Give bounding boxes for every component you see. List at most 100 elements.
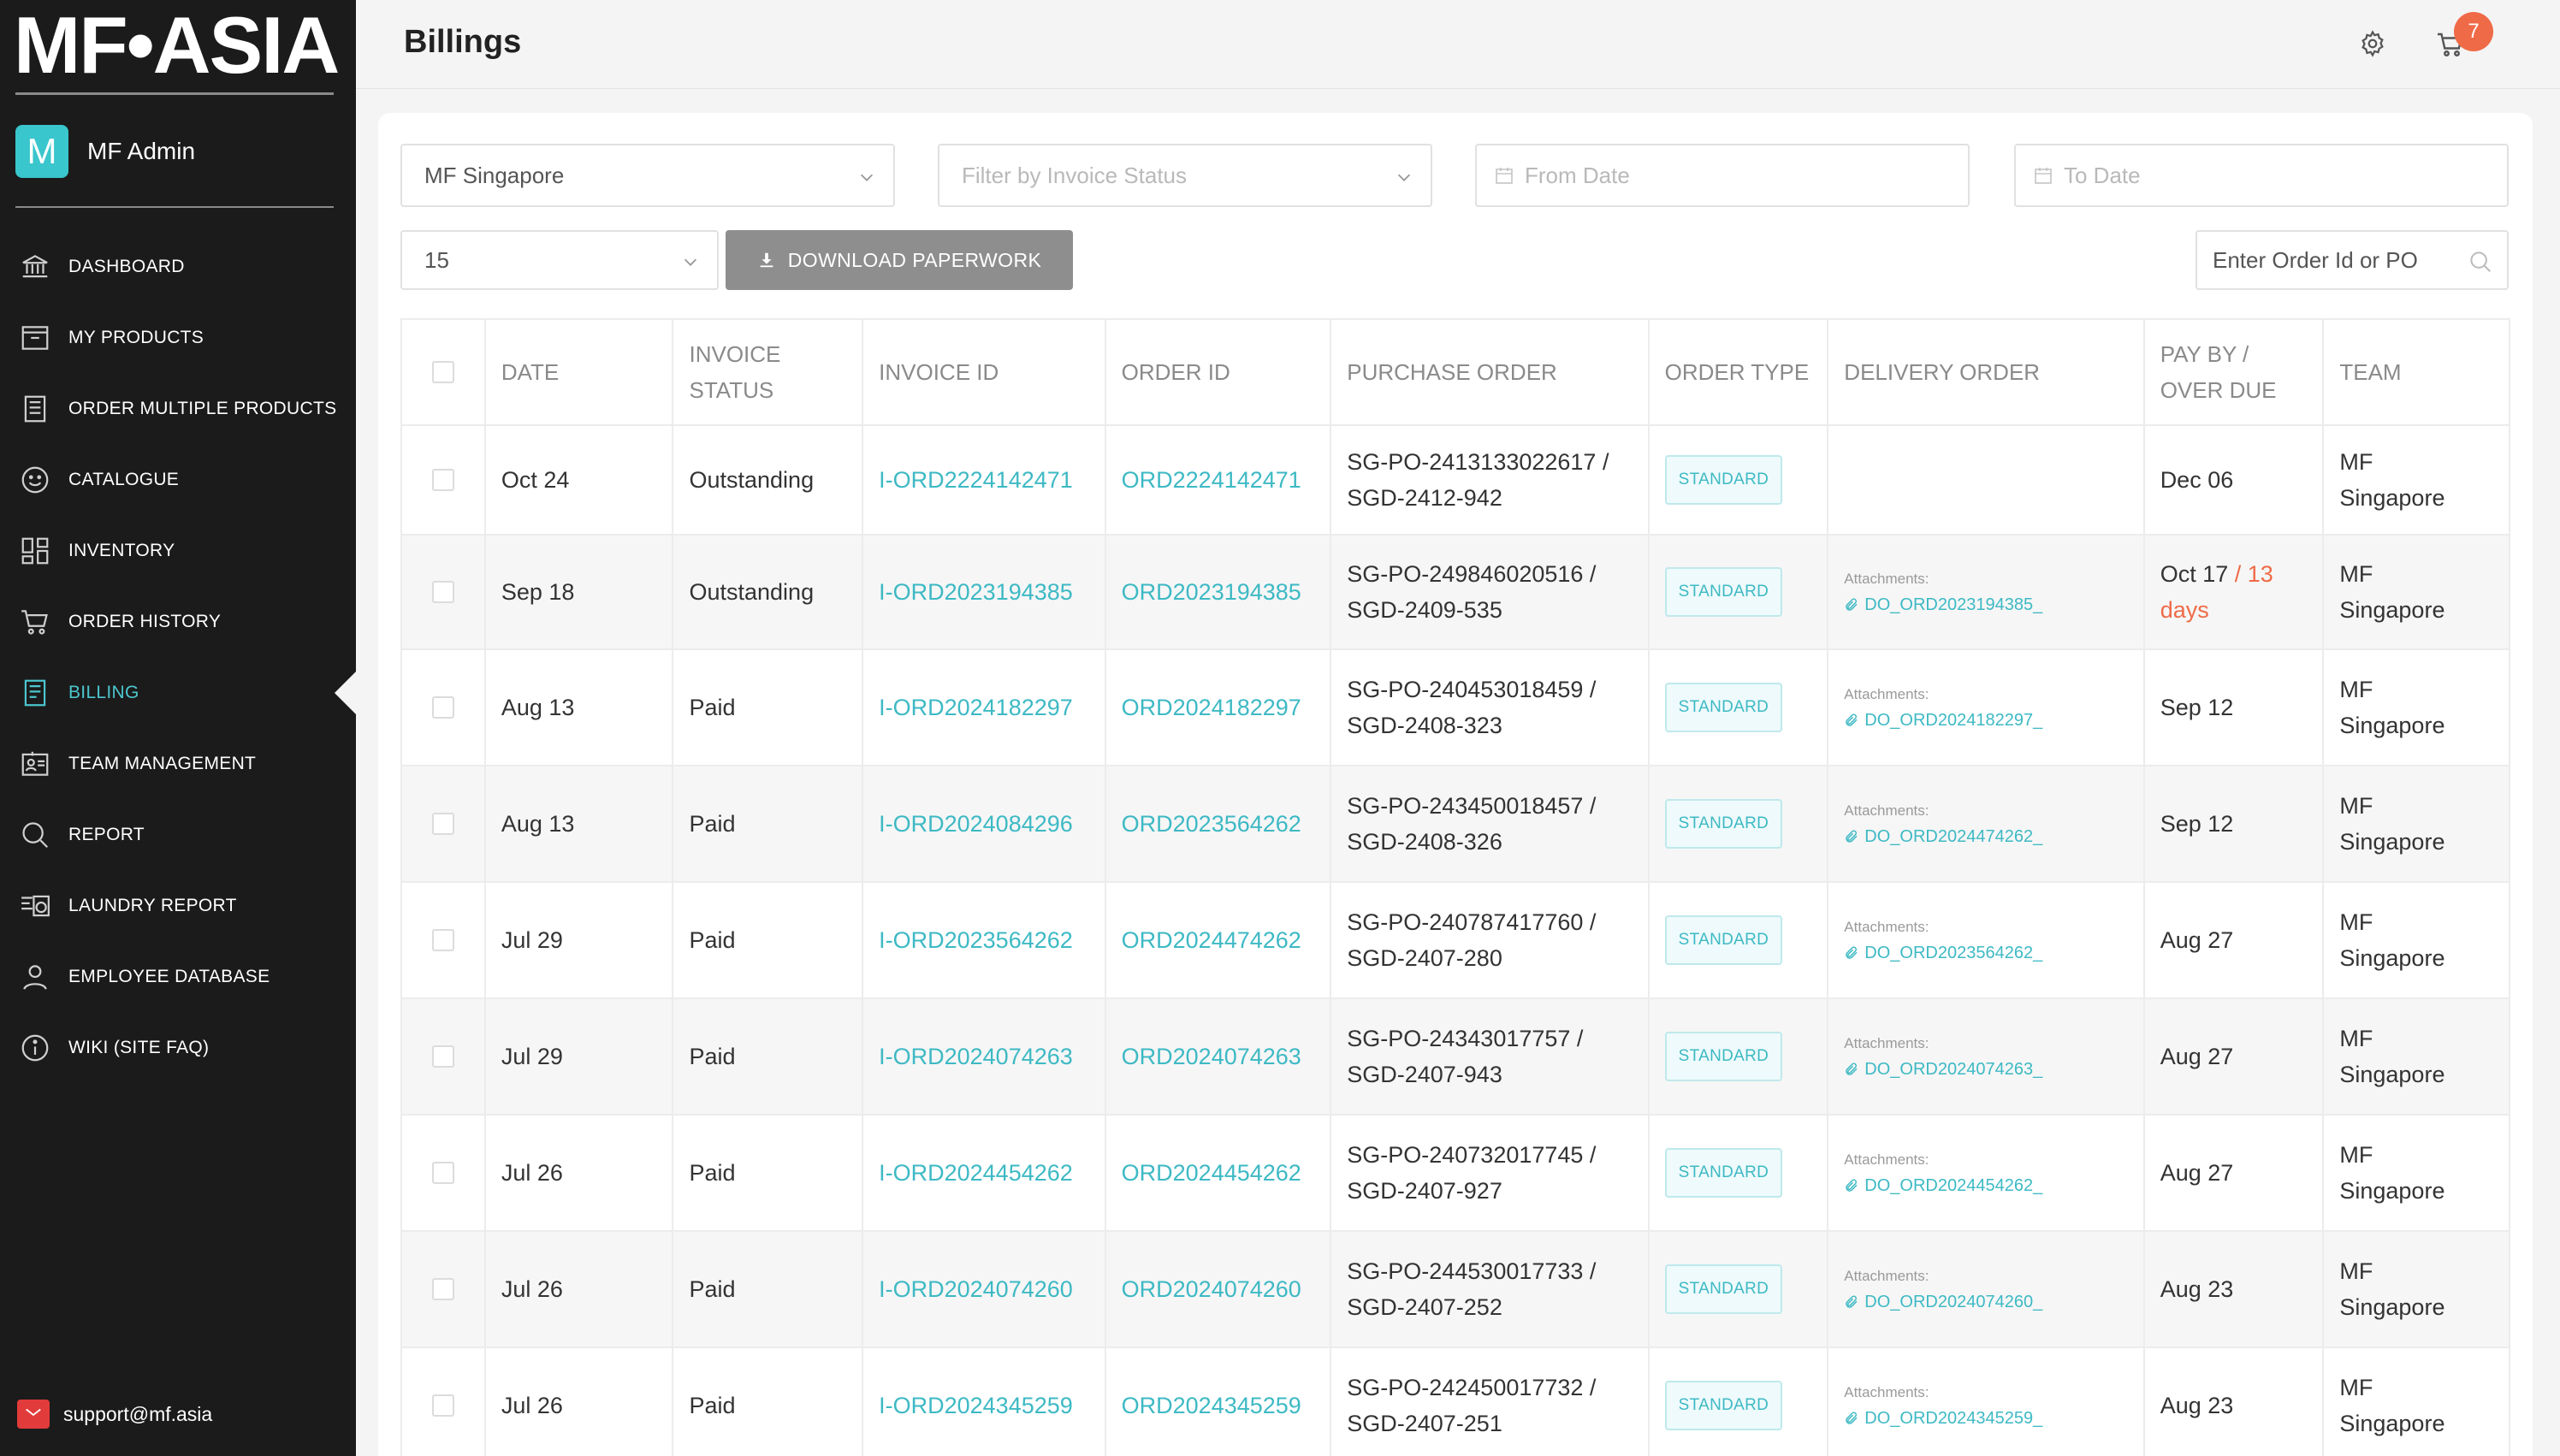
attachment-link[interactable]: DO_ORD2023194385_ bbox=[1844, 592, 2042, 618]
row-checkbox[interactable] bbox=[431, 1394, 454, 1417]
purchase-order-cell: SG-PO-240453018459 / SGD-2408-323 bbox=[1331, 650, 1650, 765]
order-search[interactable] bbox=[2196, 230, 2509, 290]
sidebar-item-label: DASHBOARD bbox=[68, 256, 185, 276]
sidebar-item-laundry-report[interactable]: LAUNDRY REPORT bbox=[0, 870, 356, 941]
sidebar-item-order-history[interactable]: ORDER HISTORY bbox=[0, 586, 356, 657]
invoice-status-cell: Paid bbox=[673, 999, 864, 1114]
table-row[interactable]: Aug 13 Paid I-ORD2024182297 ORD202418229… bbox=[402, 650, 2509, 766]
column-header-invoice-id[interactable]: INVOICE ID bbox=[863, 320, 1106, 424]
sidebar-item-employee-database[interactable]: EMPLOYEE DATABASE bbox=[0, 941, 356, 1012]
table-row[interactable]: Jul 26 Paid I-ORD2024074260 ORD202407426… bbox=[402, 1232, 2509, 1348]
table-row[interactable]: Aug 13 Paid I-ORD2024084296 ORD202356426… bbox=[402, 766, 2509, 883]
column-header-team[interactable]: TEAM bbox=[2324, 320, 2509, 424]
order-id-link[interactable]: ORD2024454262 bbox=[1122, 1155, 1301, 1191]
sidebar-item-billing[interactable]: BILLING bbox=[0, 657, 357, 728]
attachment-link[interactable]: DO_ORD2024345259_ bbox=[1844, 1406, 2042, 1431]
select-all-checkbox[interactable] bbox=[431, 361, 454, 383]
brand-logo[interactable]: MF•ASIA bbox=[14, 5, 340, 86]
order-id-link[interactable]: ORD2024074260 bbox=[1122, 1271, 1301, 1307]
row-checkbox[interactable] bbox=[431, 813, 454, 835]
row-checkbox[interactable] bbox=[431, 581, 454, 603]
row-checkbox[interactable] bbox=[431, 1045, 454, 1068]
po-number: SG-PO-240453018459 / bbox=[1347, 677, 1597, 702]
attachment-link[interactable]: DO_ORD2024474262_ bbox=[1844, 824, 2042, 849]
attachment-link[interactable]: DO_ORD2024074263_ bbox=[1844, 1056, 2042, 1082]
sidebar-item-my-products[interactable]: MY PRODUCTS bbox=[0, 302, 356, 373]
date-cell: Jul 26 bbox=[486, 1348, 674, 1456]
column-header-purchase-order[interactable]: PURCHASE ORDER bbox=[1331, 320, 1650, 424]
table-row[interactable]: Sep 18 Outstanding I-ORD2023194385 ORD20… bbox=[402, 536, 2509, 650]
order-type-cell: STANDARD bbox=[1650, 883, 1829, 997]
page-size-select[interactable]: 15 bbox=[400, 230, 719, 290]
column-header-order-type[interactable]: ORDER TYPE bbox=[1650, 320, 1829, 424]
column-header-invoice-status[interactable]: INVOICE STATUS bbox=[673, 320, 864, 424]
column-header-order-id[interactable]: ORDER ID bbox=[1106, 320, 1332, 424]
order-search-input[interactable] bbox=[2213, 246, 2469, 274]
invoice-id-link[interactable]: I-ORD2023194385 bbox=[879, 574, 1073, 610]
order-id-link[interactable]: ORD2024182297 bbox=[1122, 690, 1301, 725]
table-row[interactable]: Jul 29 Paid I-ORD2024074263 ORD202407426… bbox=[402, 999, 2509, 1116]
invoice-status-select[interactable]: Filter by Invoice Status bbox=[938, 144, 1432, 207]
attachment-link[interactable]: DO_ORD2024074260_ bbox=[1844, 1289, 2042, 1315]
sidebar-item-team-management[interactable]: TEAM MANAGEMENT bbox=[0, 728, 356, 799]
invoice-status-cell: Outstanding bbox=[673, 426, 864, 534]
sidebar-item-catalogue[interactable]: CATALOGUE bbox=[0, 444, 356, 515]
row-checkbox[interactable] bbox=[431, 469, 454, 491]
team-cell: MF Singapore bbox=[2324, 999, 2509, 1114]
delivery-order-cell: Attachments: DO_ORD2024074263_ bbox=[1828, 999, 2145, 1114]
invoice-status-cell: Paid bbox=[673, 1348, 864, 1456]
invoice-id-link[interactable]: I-ORD2023564262 bbox=[879, 922, 1073, 958]
team-cell: MF Singapore bbox=[2324, 650, 2509, 765]
invoice-id-link[interactable]: I-ORD2024454262 bbox=[879, 1155, 1073, 1191]
invoice-id-link[interactable]: I-ORD2024074263 bbox=[879, 1039, 1073, 1074]
invoice-id-link[interactable]: I-ORD2024084296 bbox=[879, 806, 1073, 842]
row-checkbox[interactable] bbox=[431, 696, 454, 719]
date-cell: Aug 13 bbox=[486, 766, 674, 881]
po-reference: SGD-2407-280 bbox=[1347, 945, 1502, 971]
attachment-filename: DO_ORD2024182297_ bbox=[1864, 711, 2043, 730]
row-checkbox[interactable] bbox=[431, 1278, 454, 1300]
order-id-link[interactable]: ORD2024474262 bbox=[1122, 922, 1301, 958]
table-row[interactable]: Oct 24 Outstanding I-ORD2224142471 ORD22… bbox=[402, 426, 2509, 536]
invoice-id-link[interactable]: I-ORD2024182297 bbox=[879, 690, 1073, 725]
from-date-input[interactable]: From Date bbox=[1475, 144, 1970, 207]
download-paperwork-button[interactable]: DOWNLOAD PAPERWORK bbox=[726, 230, 1073, 290]
row-checkbox[interactable] bbox=[431, 1162, 454, 1184]
sidebar-item-dashboard[interactable]: DASHBOARD bbox=[0, 231, 356, 302]
po-number: SG-PO-2413133022617 / bbox=[1347, 449, 1609, 475]
row-checkbox[interactable] bbox=[431, 929, 454, 951]
team-line: Singapore bbox=[2339, 485, 2445, 511]
order-id-link[interactable]: ORD2024074263 bbox=[1122, 1039, 1301, 1074]
order-id-link[interactable]: ORD2024345259 bbox=[1122, 1388, 1301, 1423]
attachment-link[interactable]: DO_ORD2023564262_ bbox=[1844, 940, 2042, 966]
team-line: Singapore bbox=[2339, 597, 2445, 623]
company-select[interactable]: MF Singapore bbox=[400, 144, 895, 207]
column-header-date[interactable]: DATE bbox=[486, 320, 674, 424]
search-icon[interactable] bbox=[2468, 249, 2493, 275]
pay-by-cell: Aug 23 bbox=[2145, 1232, 2325, 1347]
order-type-badge: STANDARD bbox=[1664, 799, 1783, 849]
column-header-delivery-order[interactable]: DELIVERY ORDER bbox=[1828, 320, 2145, 424]
order-id-link[interactable]: ORD2023564262 bbox=[1122, 806, 1301, 842]
info-icon bbox=[21, 1034, 49, 1061]
invoice-id-link[interactable]: I-ORD2024074260 bbox=[879, 1271, 1073, 1307]
table-row[interactable]: Jul 29 Paid I-ORD2023564262 ORD202447426… bbox=[402, 883, 2509, 999]
table-row[interactable]: Jul 26 Paid I-ORD2024345259 ORD202434525… bbox=[402, 1348, 2509, 1456]
order-id-link[interactable]: ORD2023194385 bbox=[1122, 574, 1301, 610]
table-row[interactable]: Jul 26 Paid I-ORD2024454262 ORD202445426… bbox=[402, 1116, 2509, 1232]
attachment-link[interactable]: DO_ORD2024182297_ bbox=[1844, 707, 2042, 733]
gear-icon[interactable] bbox=[2358, 29, 2387, 58]
support-email-link[interactable]: support@mf.asia bbox=[17, 1400, 212, 1429]
sidebar-item-inventory[interactable]: INVENTORY bbox=[0, 515, 356, 586]
sidebar-item-wiki[interactable]: WIKI (SITE FAQ) bbox=[0, 1012, 356, 1083]
order-id-link[interactable]: ORD2224142471 bbox=[1122, 462, 1301, 498]
sidebar-item-report[interactable]: REPORT bbox=[0, 799, 356, 870]
sidebar-item-order-multiple-products[interactable]: ORDER MULTIPLE PRODUCTS bbox=[0, 373, 356, 444]
invoice-id-link[interactable]: I-ORD2024345259 bbox=[879, 1388, 1073, 1423]
admin-profile[interactable]: M MF Admin bbox=[15, 124, 195, 179]
invoice-icon bbox=[24, 679, 46, 706]
column-header-pay-by[interactable]: PAY BY / OVER DUE bbox=[2145, 320, 2325, 424]
invoice-id-link[interactable]: I-ORD2224142471 bbox=[879, 462, 1073, 498]
to-date-input[interactable]: To Date bbox=[2014, 144, 2509, 207]
attachment-link[interactable]: DO_ORD2024454262_ bbox=[1844, 1173, 2042, 1199]
